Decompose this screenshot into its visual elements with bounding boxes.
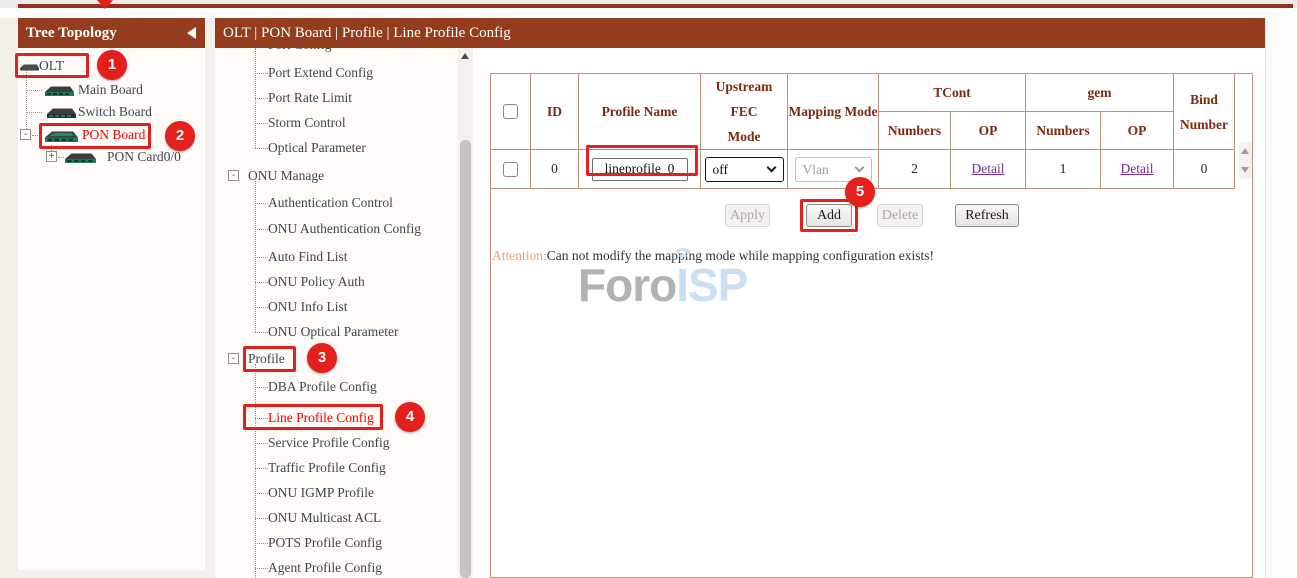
row-select-cell	[491, 150, 531, 189]
sidebar-item-label: Main Board	[78, 80, 143, 100]
nav-group-onu-manage[interactable]: -ONU Manage	[215, 166, 458, 186]
row-gem-numbers: 1	[1026, 150, 1101, 189]
nav-item-onu-multicast-acl[interactable]: ONU Multicast ACL	[215, 508, 458, 528]
annotation-step-3: 3	[307, 343, 337, 373]
col-header-profile-name: Profile Name	[579, 74, 701, 150]
row-id: 0	[531, 150, 579, 189]
col-header-gem: gem	[1026, 74, 1174, 112]
row-bind-number: 0	[1174, 150, 1235, 189]
col-header-upstream-fec-mode: Upstream FEC Mode	[701, 74, 788, 150]
nav-item-authentication-control[interactable]: Authentication Control	[215, 193, 458, 213]
nav-item-dba-profile-config[interactable]: DBA Profile Config	[215, 377, 458, 397]
apply-button: Apply	[725, 204, 770, 227]
collapse-minus-icon[interactable]: -	[228, 170, 239, 181]
col-header-gem-op: OP	[1101, 112, 1174, 150]
col-header-mapping-mode: Mapping Mode	[788, 74, 879, 150]
sidebar-item-label: PON Card0/0	[107, 147, 181, 167]
annotation-box-1-olt	[15, 53, 89, 78]
nav-item-onu-igmp-profile[interactable]: ONU IGMP Profile	[215, 483, 458, 503]
select-all-checkbox[interactable]	[503, 104, 518, 119]
board-device-icon	[46, 106, 76, 119]
tree-connector	[26, 90, 42, 91]
annotation-box-3-profile	[243, 346, 296, 372]
nav-item-onu-optical-parameter[interactable]: ONU Optical Parameter	[215, 322, 458, 342]
row-tcont-op-cell: Detail	[951, 150, 1026, 189]
col-header-bind-number: Bind Number	[1174, 74, 1235, 150]
row-gem-op-cell: Detail	[1101, 150, 1174, 189]
board-device-icon	[44, 84, 74, 97]
nav-item-onu-info-list[interactable]: ONU Info List	[215, 297, 458, 317]
col-header-gem-numbers: Numbers	[1026, 112, 1101, 150]
nav-item-agent-profile-config[interactable]: Agent Profile Config	[215, 558, 458, 578]
annotation-arrow-down-icon	[97, 0, 113, 9]
refresh-button[interactable]: Refresh	[955, 204, 1019, 227]
annotation-step-4: 4	[395, 402, 425, 432]
sidebar-item-main-board[interactable]: Main Board	[18, 80, 198, 100]
row-checkbox[interactable]	[503, 162, 518, 177]
config-nav-tree: Port Config Port Extend Config Port Rate…	[215, 48, 458, 578]
annotation-box-profile-name-input	[586, 145, 698, 176]
sidebar-item-label: Switch Board	[78, 102, 152, 122]
expand-plus-icon[interactable]: +	[46, 151, 57, 162]
sidebar-item-pon-card[interactable]: + PON Card0/0	[18, 147, 198, 167]
table-row-scrollbar[interactable]	[1239, 142, 1252, 179]
gem-detail-link[interactable]: Detail	[1121, 161, 1154, 176]
col-header-tcont-numbers: Numbers	[879, 112, 951, 150]
scroll-up-icon[interactable]	[458, 48, 473, 64]
tree-topology-title: Tree Topology	[26, 25, 117, 41]
annotation-box-4-line-profile-config	[243, 404, 383, 430]
annotation-step-1: 1	[97, 50, 127, 80]
nav-item-optical-parameter[interactable]: Optical Parameter	[215, 138, 458, 158]
breadcrumb: OLT | PON Board | Profile | Line Profile…	[215, 18, 1265, 48]
nav-item-port-extend-config[interactable]: Port Extend Config	[215, 63, 458, 83]
chevron-down-icon	[854, 162, 864, 172]
sidebar-item-switch-board[interactable]: Switch Board	[18, 102, 198, 122]
main-panel-edge	[1265, 18, 1266, 578]
scroll-down-icon[interactable]	[1241, 167, 1249, 173]
fec-mode-select[interactable]: off	[705, 157, 784, 182]
tree-topology-header: Tree Topology	[18, 18, 205, 48]
collapse-panel-icon[interactable]	[187, 27, 196, 39]
annotation-cutoff-line	[18, 4, 1293, 8]
tcont-detail-link[interactable]: Detail	[972, 161, 1005, 176]
collapse-minus-icon[interactable]: -	[228, 353, 239, 364]
nav-item-onu-policy-auth[interactable]: ONU Policy Auth	[215, 272, 458, 292]
nav-scrollbar-thumb[interactable]	[460, 140, 471, 578]
col-header-tcont-op: OP	[951, 112, 1026, 150]
annotation-box-5-add-button	[800, 199, 858, 232]
annotation-step-5: 5	[845, 177, 875, 207]
col-header-id: ID	[531, 74, 579, 150]
row-fec-cell: off	[701, 150, 788, 189]
breadcrumb-text: OLT | PON Board | Profile | Line Profile…	[223, 25, 511, 41]
nav-item-service-profile-config[interactable]: Service Profile Config	[215, 433, 458, 453]
scroll-up-icon[interactable]	[1241, 148, 1249, 154]
annotation-step-2: 2	[165, 121, 195, 151]
collapse-minus-icon[interactable]: -	[20, 129, 31, 140]
nav-item-onu-authentication-config[interactable]: ONU Authentication Config	[215, 219, 458, 239]
tree-connector	[26, 112, 42, 113]
attention-label: Attention:	[492, 248, 547, 263]
nav-item-auto-find-list[interactable]: Auto Find List	[215, 247, 458, 267]
annotation-box-2-pon-board	[39, 123, 151, 149]
board-device-icon	[64, 151, 96, 164]
foroisp-watermark: ForoISP	[578, 258, 747, 312]
nav-item-pots-profile-config[interactable]: POTS Profile Config	[215, 533, 458, 553]
nav-item-port-config[interactable]: Port Config	[215, 48, 458, 55]
delete-button: Delete	[877, 204, 923, 227]
row-tcont-numbers: 2	[879, 150, 951, 189]
nav-item-storm-control[interactable]: Storm Control	[215, 113, 458, 133]
col-header-tcont: TCont	[879, 74, 1026, 112]
top-gap	[0, 8, 1297, 18]
nav-item-port-rate-limit[interactable]: Port Rate Limit	[215, 88, 458, 108]
olt-web-ui: Tree Topology OLT | PON Board | Profile …	[0, 0, 1297, 578]
chevron-down-icon	[766, 162, 776, 172]
right-margin	[1266, 18, 1297, 578]
nav-item-traffic-profile-config[interactable]: Traffic Profile Config	[215, 458, 458, 478]
select-all-header	[491, 74, 531, 150]
